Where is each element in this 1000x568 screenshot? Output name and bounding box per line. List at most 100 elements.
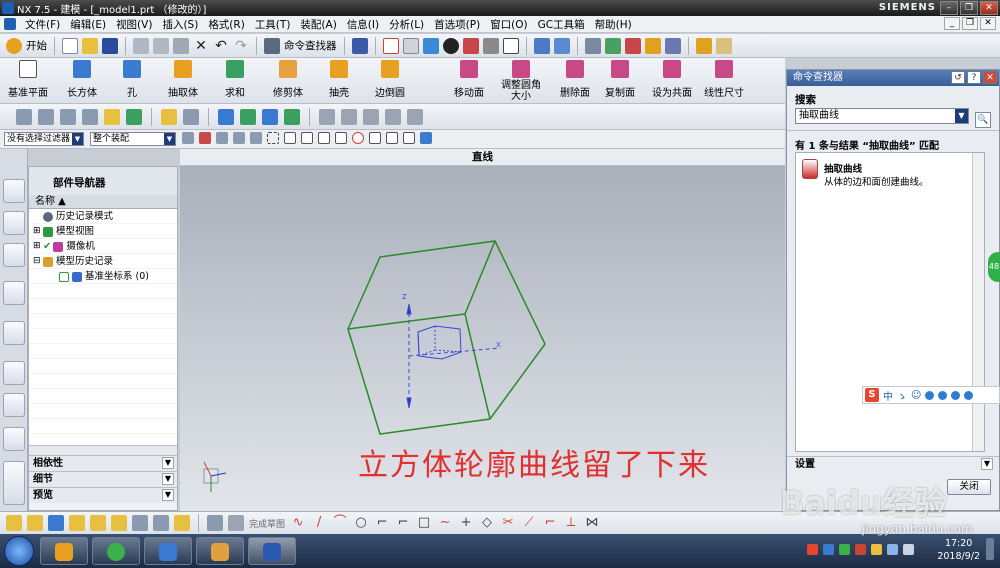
measure-distance-icon[interactable] — [695, 37, 712, 54]
copy-face-button[interactable]: 复制面 — [602, 60, 638, 99]
expand-icon[interactable]: ⊞ — [33, 239, 43, 254]
qq-tray-icon[interactable] — [823, 543, 834, 555]
sketch-icon[interactable] — [153, 515, 169, 531]
templates-tab-icon[interactable] — [3, 393, 25, 417]
filter-icon[interactable] — [182, 132, 194, 144]
hidden-edge-icon[interactable] — [482, 37, 499, 54]
menu-analysis[interactable]: 分析(L) — [384, 17, 429, 32]
search-icon[interactable]: 🔍 — [975, 112, 991, 128]
show-desktop-button[interactable] — [986, 538, 994, 560]
roles-tab-icon[interactable] — [3, 427, 25, 451]
studio-spline-icon[interactable]: ∼ — [437, 515, 453, 531]
network-icon[interactable] — [887, 543, 898, 555]
flag-tray-icon[interactable] — [855, 543, 866, 555]
save-icon[interactable] — [102, 37, 118, 54]
sketch-icon[interactable] — [48, 515, 64, 531]
command-finder-button[interactable]: 命令查找器 — [284, 38, 337, 53]
menu-gc-toolkit[interactable]: GC工具箱 — [533, 17, 590, 32]
ime-mode[interactable]: 中 — [883, 388, 893, 403]
menu-file[interactable]: 文件(F) — [20, 17, 65, 32]
snap-control-icon[interactable] — [335, 132, 347, 144]
fit-view-icon[interactable] — [382, 37, 399, 54]
snap-center-icon[interactable] — [352, 132, 364, 144]
menu-help[interactable]: 帮助(H) — [590, 17, 637, 32]
security-tray-icon[interactable] — [839, 543, 850, 555]
new-file-icon[interactable] — [62, 37, 78, 54]
snap-midpoint-icon[interactable] — [318, 132, 330, 144]
constraint-icon[interactable]: ⟂ — [563, 515, 579, 531]
background-icon[interactable] — [502, 37, 519, 54]
finish-sketch-label[interactable]: 完成草图 — [249, 517, 285, 530]
line-icon[interactable]: / — [311, 515, 327, 531]
chamfer-icon[interactable]: ⌐ — [395, 515, 411, 531]
settings-icon[interactable] — [964, 390, 974, 400]
curve-tool-icon[interactable] — [38, 108, 54, 125]
close-icon[interactable]: ✕ — [983, 71, 997, 84]
filter-icon[interactable] — [233, 132, 245, 144]
undo-icon[interactable]: ↶ — [213, 38, 229, 54]
arc-icon[interactable]: ⌒ — [332, 515, 348, 531]
snap-icon[interactable] — [644, 37, 661, 54]
unite-button[interactable]: 求和 — [222, 60, 248, 99]
delete-icon[interactable]: ✕ — [193, 38, 209, 54]
surface-tool-icon[interactable] — [262, 108, 278, 125]
tree-node-cameras[interactable]: ⊞ ✔ 摄像机 — [29, 239, 177, 254]
taskbar-app-nx[interactable] — [248, 537, 296, 565]
doc-minimize-button[interactable]: _ — [944, 17, 960, 30]
taskbar-app-store[interactable] — [40, 537, 88, 565]
tree-node-model-history[interactable]: ⊟ 模型历史记录 — [29, 254, 177, 269]
doc-close-button[interactable]: ✕ — [980, 17, 996, 30]
block-button[interactable]: 长方体 — [64, 60, 100, 99]
view-plane-icon[interactable] — [402, 37, 419, 54]
mirror-icon[interactable]: ⋈ — [584, 515, 600, 531]
tree-node-model-views[interactable]: ⊞ 模型视图 — [29, 224, 177, 239]
snap-quadrant-icon[interactable] — [369, 132, 381, 144]
sogou-logo-icon[interactable]: S — [865, 388, 879, 402]
skin-icon[interactable] — [938, 390, 948, 400]
menu-window[interactable]: 窗口(O) — [485, 17, 532, 32]
start-button[interactable]: 开始 — [26, 38, 47, 53]
selection-filter-dropdown[interactable]: 没有选择过滤器 ▼ — [4, 132, 84, 146]
fillet-icon[interactable]: ⌐ — [374, 515, 390, 531]
delete-face-button[interactable]: 删除面 — [558, 60, 592, 99]
start-button[interactable] — [4, 536, 34, 566]
close-button[interactable]: 关闭 — [947, 479, 991, 495]
curve-tool-icon[interactable] — [16, 108, 32, 125]
assembly-navigator-tab-icon[interactable] — [3, 211, 25, 235]
help-icon[interactable]: ? — [967, 71, 981, 84]
menu-format[interactable]: 格式(R) — [203, 17, 250, 32]
taskbar-app-browser[interactable] — [92, 537, 140, 565]
section-preview[interactable]: 预览 ▼ — [29, 487, 177, 503]
sketch-icon[interactable] — [69, 515, 85, 531]
settings-section[interactable]: 设置 ▼ — [787, 456, 999, 472]
clock[interactable]: 17:20 2018/9/2 — [937, 537, 980, 563]
make-corner-icon[interactable]: ⌐ — [542, 515, 558, 531]
curve-tool-icon[interactable] — [126, 108, 142, 125]
collapse-icon[interactable]: ⊟ — [33, 254, 43, 269]
result-item-name[interactable]: 抽取曲线 — [824, 161, 862, 175]
system-scenes-tab-icon[interactable] — [3, 461, 25, 505]
quick-extend-icon[interactable]: ⟋ — [521, 515, 537, 531]
search-input[interactable]: 抽取曲线 ▼ — [795, 108, 969, 124]
filter-icon[interactable] — [216, 132, 228, 144]
doc-restore-button[interactable]: ❐ — [962, 17, 978, 30]
sketch-icon[interactable] — [90, 515, 106, 531]
sketch-plane-icon[interactable] — [207, 515, 223, 531]
extract-curve-icon[interactable] — [802, 159, 818, 179]
snap-existing-icon[interactable] — [403, 132, 415, 144]
menu-assemblies[interactable]: 装配(A) — [295, 17, 341, 32]
graphics-window[interactable]: Z X 立方体轮廓曲线留了下来 — [180, 166, 785, 511]
move-face-button[interactable]: 移动面 — [452, 60, 486, 99]
analysis-icon[interactable] — [624, 37, 641, 54]
menu-tools[interactable]: 工具(T) — [250, 17, 296, 32]
reuse-library-tab-icon[interactable] — [3, 243, 25, 267]
curve-tool-icon[interactable] — [60, 108, 76, 125]
curve-tool-icon[interactable] — [104, 108, 120, 125]
copy-icon[interactable] — [153, 37, 169, 54]
quick-trim-icon[interactable]: ✂ — [500, 515, 516, 531]
sogou-tray-icon[interactable] — [807, 543, 818, 555]
snap-face-icon[interactable] — [420, 132, 432, 144]
shaded-view-icon[interactable] — [422, 37, 439, 54]
checkbox-icon[interactable] — [59, 271, 69, 282]
scope-dropdown[interactable]: 整个装配 ▼ — [90, 132, 176, 146]
